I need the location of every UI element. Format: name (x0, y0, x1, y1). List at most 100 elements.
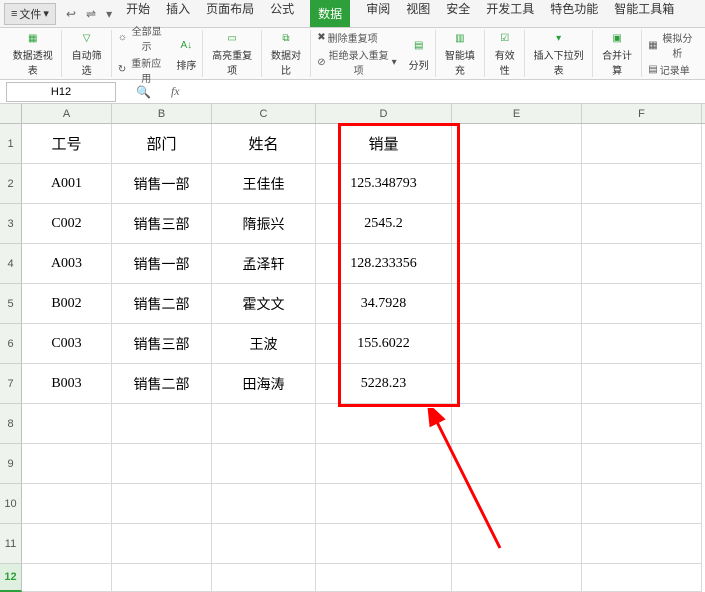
cell[interactable] (316, 404, 452, 444)
redo-icon[interactable]: ⇌ (86, 7, 96, 21)
cell[interactable]: 部门 (112, 124, 212, 164)
cell[interactable]: A003 (22, 244, 112, 284)
row-header-6[interactable]: 6 (0, 324, 22, 364)
file-menu[interactable]: ≡ 文件 ▾ (4, 3, 56, 25)
cell[interactable] (582, 364, 702, 404)
cell[interactable] (582, 164, 702, 204)
cell[interactable]: A001 (22, 164, 112, 204)
col-header-e[interactable]: E (452, 104, 582, 123)
row-header-3[interactable]: 3 (0, 204, 22, 244)
ribbon-consolidate[interactable]: ▣ 合并计算 (593, 30, 642, 77)
cell[interactable]: 155.6022 (316, 324, 452, 364)
cell[interactable] (316, 524, 452, 564)
tab-view[interactable]: 视图 (406, 0, 430, 27)
tab-dev[interactable]: 开发工具 (486, 0, 534, 27)
simulate-button[interactable]: ▦ 模拟分析 (648, 30, 695, 60)
row-header-11[interactable]: 11 (0, 524, 22, 564)
tab-review[interactable]: 审阅 (366, 0, 390, 27)
cell[interactable] (22, 444, 112, 484)
tab-smart[interactable]: 智能工具箱 (614, 0, 674, 27)
col-header-c[interactable]: C (212, 104, 316, 123)
ribbon-split[interactable]: ▤ 分列 (403, 30, 436, 77)
row-header-10[interactable]: 10 (0, 484, 22, 524)
cell[interactable] (452, 124, 582, 164)
cell[interactable]: B003 (22, 364, 112, 404)
undo-icon[interactable]: ↩ (66, 7, 76, 21)
cell[interactable]: 工号 (22, 124, 112, 164)
cell[interactable] (452, 284, 582, 324)
row-header-9[interactable]: 9 (0, 444, 22, 484)
cell[interactable] (452, 444, 582, 484)
ribbon-compare[interactable]: ⧉ 数据对比 (262, 30, 311, 77)
cell[interactable] (452, 484, 582, 524)
cell[interactable] (582, 284, 702, 324)
cell[interactable]: B002 (22, 284, 112, 324)
ribbon-validate[interactable]: ☑ 有效性 (485, 30, 525, 77)
cell[interactable] (22, 484, 112, 524)
row-header-4[interactable]: 4 (0, 244, 22, 284)
name-box[interactable]: H12 (6, 82, 116, 102)
showall-button[interactable]: ☼ 全部显示 (118, 23, 165, 53)
cell[interactable]: 霍文文 (212, 284, 316, 324)
tab-data[interactable]: 数据 (310, 0, 350, 27)
cell[interactable]: 销售一部 (112, 244, 212, 284)
cell[interactable]: 销售二部 (112, 364, 212, 404)
cell[interactable] (452, 164, 582, 204)
cell[interactable] (112, 564, 212, 592)
reapply-button[interactable]: ↻ 重新应用 (118, 55, 165, 85)
cell[interactable]: 销售一部 (112, 164, 212, 204)
cell[interactable]: 销售三部 (112, 324, 212, 364)
form-button[interactable]: ▤ 记录单 (648, 62, 689, 77)
cell[interactable] (112, 444, 212, 484)
row-header-7[interactable]: 7 (0, 364, 22, 404)
ribbon-sort[interactable]: A↓ 排序 (170, 30, 203, 77)
tab-special[interactable]: 特色功能 (550, 0, 598, 27)
cell[interactable] (452, 564, 582, 592)
tab-layout[interactable]: 页面布局 (206, 0, 254, 27)
cell[interactable] (452, 244, 582, 284)
cell[interactable]: C002 (22, 204, 112, 244)
ribbon-filter[interactable]: ▽ 自动筛选 (62, 30, 111, 77)
cell[interactable] (582, 404, 702, 444)
cell[interactable]: 隋振兴 (212, 204, 316, 244)
col-header-b[interactable]: B (112, 104, 212, 123)
cell[interactable]: 34.7928 (316, 284, 452, 324)
fx-icon[interactable]: fx (171, 84, 180, 99)
cell[interactable]: 125.348793 (316, 164, 452, 204)
row-header-8[interactable]: 8 (0, 404, 22, 444)
cell[interactable]: 田海涛 (212, 364, 316, 404)
cell[interactable]: 王波 (212, 324, 316, 364)
cell[interactable] (22, 564, 112, 592)
cell[interactable] (22, 404, 112, 444)
cell[interactable]: C003 (22, 324, 112, 364)
ribbon-pivot[interactable]: ▦ 数据透视表 (4, 30, 62, 77)
cell[interactable] (582, 204, 702, 244)
cell[interactable]: 128.233356 (316, 244, 452, 284)
col-header-a[interactable]: A (22, 104, 112, 123)
cell[interactable]: 2545.2 (316, 204, 452, 244)
cell[interactable] (582, 444, 702, 484)
ribbon-smartfill[interactable]: ▥ 智能填充 (436, 30, 485, 77)
lookup-icon[interactable]: 🔍 (136, 85, 151, 99)
ribbon-dropdown[interactable]: ▾ 插入下拉列表 (525, 30, 593, 77)
cell[interactable] (582, 124, 702, 164)
col-header-f[interactable]: F (582, 104, 702, 123)
reject-dup-button[interactable]: ⊘ 拒绝录入重复项 ▾ (317, 47, 396, 77)
row-header-1[interactable]: 1 (0, 124, 22, 164)
cell[interactable] (316, 444, 452, 484)
cell[interactable] (582, 324, 702, 364)
select-all-corner[interactable] (0, 104, 22, 123)
cell[interactable]: 5228.23 (316, 364, 452, 404)
chevron-down-icon[interactable]: ▾ (106, 7, 112, 21)
cell[interactable]: 姓名 (212, 124, 316, 164)
cell[interactable]: 销售三部 (112, 204, 212, 244)
cell[interactable] (452, 364, 582, 404)
cell[interactable] (212, 564, 316, 592)
ribbon-highlight[interactable]: ▭ 高亮重复项 (203, 30, 261, 77)
cell[interactable]: 孟泽轩 (212, 244, 316, 284)
row-header-2[interactable]: 2 (0, 164, 22, 204)
cell[interactable] (582, 484, 702, 524)
cell[interactable] (316, 484, 452, 524)
cell[interactable] (582, 564, 702, 592)
cell[interactable] (582, 524, 702, 564)
